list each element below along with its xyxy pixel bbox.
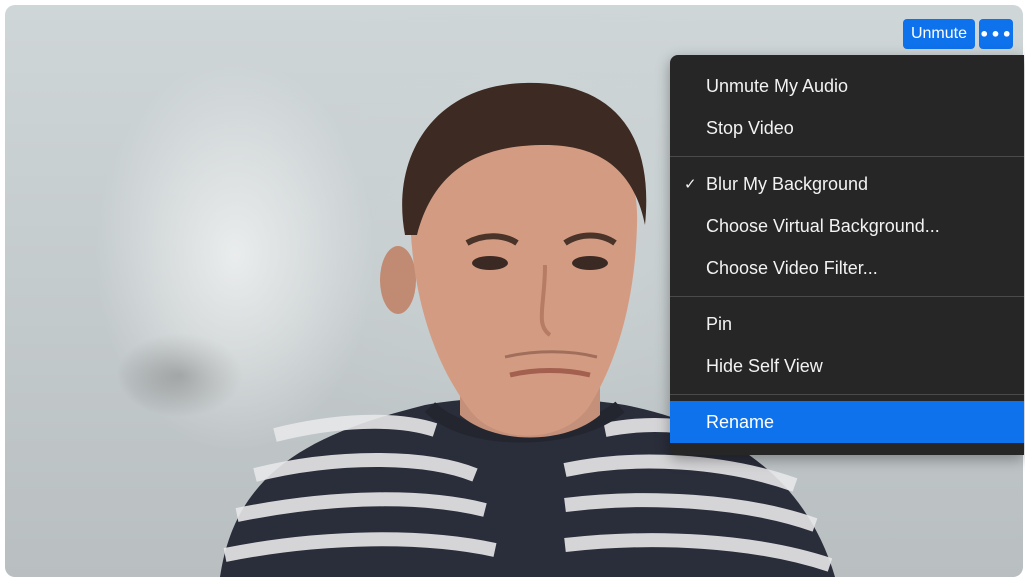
menu-separator [670, 394, 1024, 395]
menu-item-choose-virtual-background[interactable]: Choose Virtual Background... [670, 205, 1024, 247]
menu-item-rename[interactable]: Rename [670, 401, 1024, 443]
menu-item-pin[interactable]: Pin [670, 303, 1024, 345]
menu-item-stop-video[interactable]: Stop Video [670, 107, 1024, 149]
menu-item-label: Choose Video Filter... [706, 257, 878, 278]
unmute-button[interactable]: Unmute [902, 19, 975, 49]
menu-item-label: Pin [706, 313, 733, 334]
menu-item-label: Choose Virtual Background... [706, 215, 940, 236]
checkmark-icon: ✓ [684, 175, 697, 193]
tile-top-controls: Unmute ••• [902, 19, 1013, 49]
menu-item-label: Blur My Background [706, 173, 869, 194]
menu-separator [670, 156, 1024, 157]
menu-separator [670, 296, 1024, 297]
menu-item-choose-video-filter[interactable]: Choose Video Filter... [670, 247, 1024, 289]
more-options-button[interactable]: ••• [979, 19, 1013, 49]
menu-item-hide-self-view[interactable]: Hide Self View [670, 345, 1024, 387]
menu-item-label: Unmute My Audio [706, 75, 849, 96]
video-options-menu: Unmute My Audio Stop Video ✓ Blur My Backgr… [670, 55, 1024, 455]
menu-item-label: Rename [706, 411, 775, 432]
menu-item-unmute-my-audio[interactable]: Unmute My Audio [670, 65, 1024, 107]
menu-item-blur-my-background[interactable]: ✓ Blur My Background [670, 163, 1024, 205]
menu-item-label: Stop Video [706, 117, 794, 138]
menu-item-label: Hide Self View [706, 355, 823, 376]
more-options-icon: ••• [979, 24, 1013, 44]
